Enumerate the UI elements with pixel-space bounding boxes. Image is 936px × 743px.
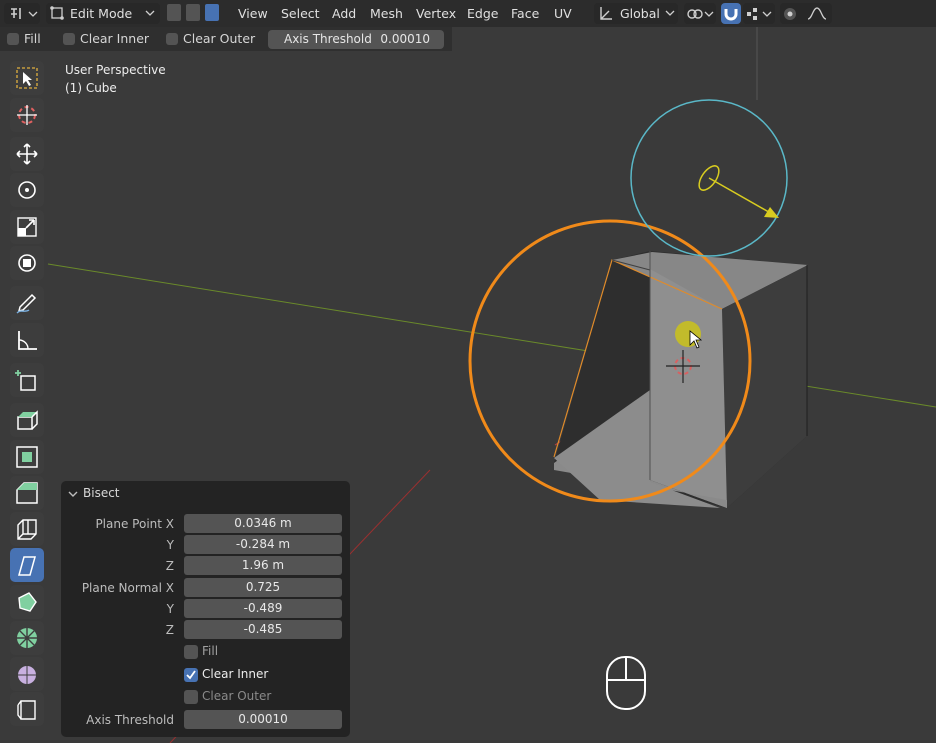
axis-threshold-field[interactable]: 0.00010	[184, 710, 342, 729]
fill-label: Fill	[202, 644, 219, 658]
add-cube-icon	[15, 370, 36, 391]
plane-point-y-label: Y	[166, 538, 174, 552]
tool-knife[interactable]	[10, 548, 44, 582]
tool-rotate[interactable]	[10, 173, 44, 207]
tool-measure[interactable]	[10, 323, 44, 357]
clear-inner-checkbox[interactable]	[184, 668, 198, 682]
plane-point-x-label: Plane Point X	[95, 517, 174, 531]
panel-title: Bisect	[83, 486, 120, 500]
plane-normal-z-label: Z	[165, 623, 174, 637]
move-icon	[16, 143, 38, 165]
inset-icon	[16, 446, 38, 468]
annotate-icon	[16, 293, 37, 314]
plane-point-z-field[interactable]: 1.96 m	[184, 556, 342, 575]
shrink-fatten-icon	[17, 700, 36, 720]
tool-shrink-fatten[interactable]	[10, 692, 44, 726]
loop-cut-icon	[17, 519, 37, 540]
cursor-icon	[17, 105, 37, 125]
bevel-icon	[16, 482, 38, 504]
clear-outer-label: Clear Outer	[202, 689, 272, 703]
normal-arrow-head	[764, 207, 779, 218]
fill-checkbox[interactable]	[184, 645, 198, 659]
plane-point-z-label: Z	[165, 559, 174, 573]
measure-icon	[18, 331, 37, 350]
poly-build-icon	[18, 592, 37, 612]
smooth-icon	[18, 666, 36, 684]
tool-spin[interactable]	[10, 621, 44, 655]
tool-cursor[interactable]	[10, 98, 44, 132]
plane-normal-y-label: Y	[166, 602, 174, 616]
plane-normal-x-field[interactable]: 0.725	[184, 578, 342, 597]
bisect-panel: Bisect Plane Point X 0.0346 m Y -0.284 m…	[61, 481, 350, 737]
plane-normal-z-field[interactable]: -0.485	[184, 620, 342, 639]
clear-outer-checkbox[interactable]	[184, 690, 198, 704]
select-box-icon	[16, 67, 38, 89]
tool-transform[interactable]	[10, 246, 44, 280]
tool-smooth[interactable]	[10, 657, 44, 691]
checkmark-icon	[186, 670, 196, 680]
tool-extrude-region[interactable]	[10, 403, 44, 437]
tool-loop-cut[interactable]	[10, 512, 44, 546]
plane-point-y-field[interactable]: -0.284 m	[184, 535, 342, 554]
tool-inset-faces[interactable]	[10, 440, 44, 474]
plane-normal-x-label: Plane Normal X	[81, 581, 174, 595]
tool-add-cube[interactable]	[10, 363, 44, 397]
transform-icon	[18, 254, 36, 272]
extrude-icon	[17, 410, 38, 430]
tool-scale[interactable]	[10, 210, 44, 244]
chevron-down-icon[interactable]	[67, 488, 79, 500]
plane-normal-y-field[interactable]: -0.489	[184, 599, 342, 618]
clear-inner-label: Clear Inner	[202, 667, 269, 681]
bisect-icon	[18, 556, 36, 576]
spin-icon	[17, 628, 37, 648]
tool-annotate[interactable]	[10, 286, 44, 320]
view-name: User Perspective	[65, 63, 166, 77]
plane-point-x-field[interactable]: 0.0346 m	[184, 514, 342, 533]
tool-select-box[interactable]	[10, 61, 44, 95]
axis-threshold-label: Axis Threshold	[86, 713, 174, 727]
rotate-icon	[18, 181, 36, 199]
normal-arrow	[708, 177, 775, 216]
object-name: (1) Cube	[65, 81, 117, 95]
tool-move[interactable]	[10, 137, 44, 171]
scale-icon	[17, 217, 37, 237]
tool-poly-build[interactable]	[10, 585, 44, 619]
tool-bevel[interactable]	[10, 476, 44, 510]
